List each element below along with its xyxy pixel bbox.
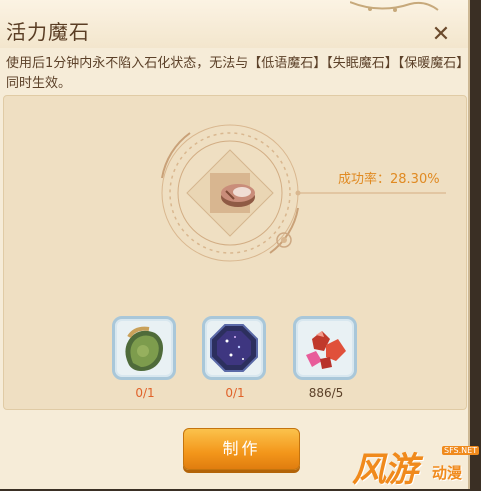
item-description: 使用后1分钟内永不陷入石化状态，无法与【低语魔石】【失眠魔石】【保暖魔石】同时生… [6, 56, 463, 91]
material-slot-1[interactable] [112, 316, 176, 380]
material-slot-2[interactable] [202, 316, 266, 380]
site-watermark-logo: 风游 SFS.NET 动漫 [352, 440, 480, 490]
vitality-stone-icon [221, 184, 255, 207]
watermark-main-text: 风游 [352, 450, 418, 490]
material-count-3: 886/5 [308, 386, 344, 400]
window-title: 活力魔石 [6, 20, 90, 44]
corner-ornament-icon [350, 1, 439, 12]
starry-octagon-gem-icon [210, 324, 258, 372]
green-stone-icon [125, 326, 163, 371]
red-crystal-cluster-icon [306, 331, 346, 369]
material-slot-3[interactable] [293, 316, 357, 380]
watermark-url: SFS.NET [442, 446, 480, 455]
material-count-1: 0/1 [135, 386, 155, 400]
craft-button[interactable]: 制作 [183, 428, 300, 470]
watermark-sub-text: 动漫 [432, 464, 463, 482]
magic-circle-icon [161, 124, 446, 262]
success-rate: 成功率：28.30% [338, 172, 440, 187]
crafting-panel: 活力魔石 ✕ 使用后1分钟内永不陷入石化状态，无法与【低语魔石】【失眠魔石】【保… [0, 0, 470, 489]
close-button[interactable]: ✕ [430, 24, 452, 46]
material-count-2: 0/1 [225, 386, 245, 400]
